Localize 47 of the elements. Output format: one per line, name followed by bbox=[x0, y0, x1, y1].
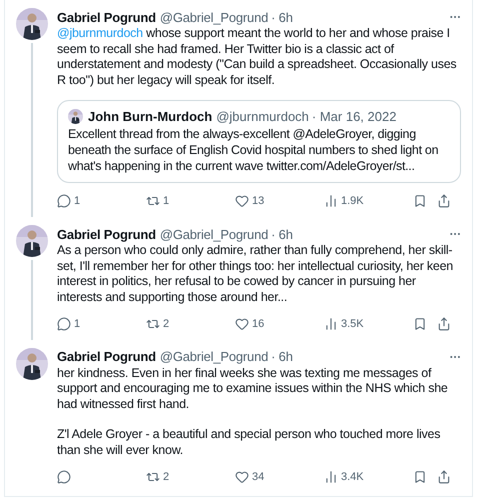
bookmark-button[interactable] bbox=[413, 316, 427, 331]
tweet-text: her kindness. Even in her final weeks she was texting me messages of support and encouraging me to examine issues within the NHS which she had witnessed first hand. bbox=[57, 366, 449, 412]
reply-button[interactable]: 1 bbox=[57, 316, 146, 331]
tweet-time: · 6h bbox=[271, 226, 293, 242]
tweet-time: · 6h bbox=[271, 10, 293, 24]
retweet-button[interactable]: 2 bbox=[146, 470, 235, 484]
bookmark-button[interactable] bbox=[413, 194, 427, 208]
tweet-time: · Mar 16, 2022 bbox=[312, 109, 396, 124]
bar-chart-icon bbox=[324, 470, 338, 484]
more-menu[interactable]: ··· bbox=[450, 350, 461, 364]
author-name[interactable]: Gabriel Pogrund bbox=[57, 349, 156, 364]
share-button[interactable] bbox=[437, 194, 451, 208]
author-name[interactable]: Gabriel Pogrund bbox=[57, 226, 156, 242]
like-button[interactable]: 16 bbox=[235, 316, 324, 331]
tweet-text: As a person who could only admire, rather than fully comprehend, her skill-set, I'll remember her for other things too: her intellectual curiosity, her keen interest in politics, her refusal to be cowed by cancer in pursuing her interests and supporting those around her... bbox=[57, 243, 454, 306]
quoted-text: Excellent thread from the always-excellent @AdeleGroyer, digging beneath the surface of English Covid hospital numbers to shed light on what's happening in the current wave twitter.com/AdeleGroyer/st... bbox=[68, 127, 440, 174]
views-button[interactable]: 3.4K bbox=[324, 470, 413, 484]
heart-icon bbox=[235, 194, 249, 208]
author-name: John Burn-Murdoch bbox=[88, 109, 212, 124]
author-handle[interactable]: @Gabriel_Pogrund bbox=[160, 349, 268, 364]
bar-chart-icon bbox=[324, 194, 338, 208]
reply-button[interactable]: 1 bbox=[57, 194, 146, 208]
author-handle[interactable]: @Gabriel_Pogrund bbox=[160, 10, 268, 24]
retweet-button[interactable]: 2 bbox=[146, 316, 235, 331]
share-button[interactable] bbox=[437, 470, 451, 484]
bookmark-button[interactable] bbox=[413, 470, 427, 484]
more-menu[interactable]: ··· bbox=[450, 10, 461, 24]
tweet-text: Z'l Adele Groyer - a beautiful and special person who touched more lives than she will ever know. bbox=[57, 427, 442, 458]
reply-icon bbox=[57, 316, 71, 331]
bar-chart-icon bbox=[324, 316, 338, 331]
author-handle[interactable]: @Gabriel_Pogrund bbox=[160, 226, 268, 242]
views-button[interactable]: 1.9K bbox=[324, 194, 413, 208]
more-menu[interactable]: ··· bbox=[450, 227, 461, 242]
retweet-button[interactable]: 1 bbox=[146, 194, 235, 208]
quoted-tweet[interactable] bbox=[57, 100, 461, 184]
reply-icon bbox=[57, 470, 71, 484]
share-button[interactable] bbox=[437, 316, 451, 331]
tweet-time: · 6h bbox=[271, 349, 293, 364]
heart-icon bbox=[235, 470, 249, 484]
like-button[interactable]: 34 bbox=[235, 470, 324, 484]
like-button[interactable]: 13 bbox=[235, 194, 324, 208]
tweet-text: @jburnmurdoch whose support meant the world to her and whose praise I seem to recall she had framed. Her Twitter bio is a classic act of understatement and modesty ("Can build a spreadsheet. Occasionally uses R too") but her legacy will speak for itself. bbox=[57, 26, 458, 88]
author-handle: @jburnmurdoch bbox=[216, 109, 309, 124]
reply-icon bbox=[57, 194, 71, 208]
heart-icon bbox=[235, 316, 249, 331]
author-name[interactable]: Gabriel Pogrund bbox=[57, 10, 156, 24]
views-button[interactable]: 3.5K bbox=[324, 316, 413, 331]
